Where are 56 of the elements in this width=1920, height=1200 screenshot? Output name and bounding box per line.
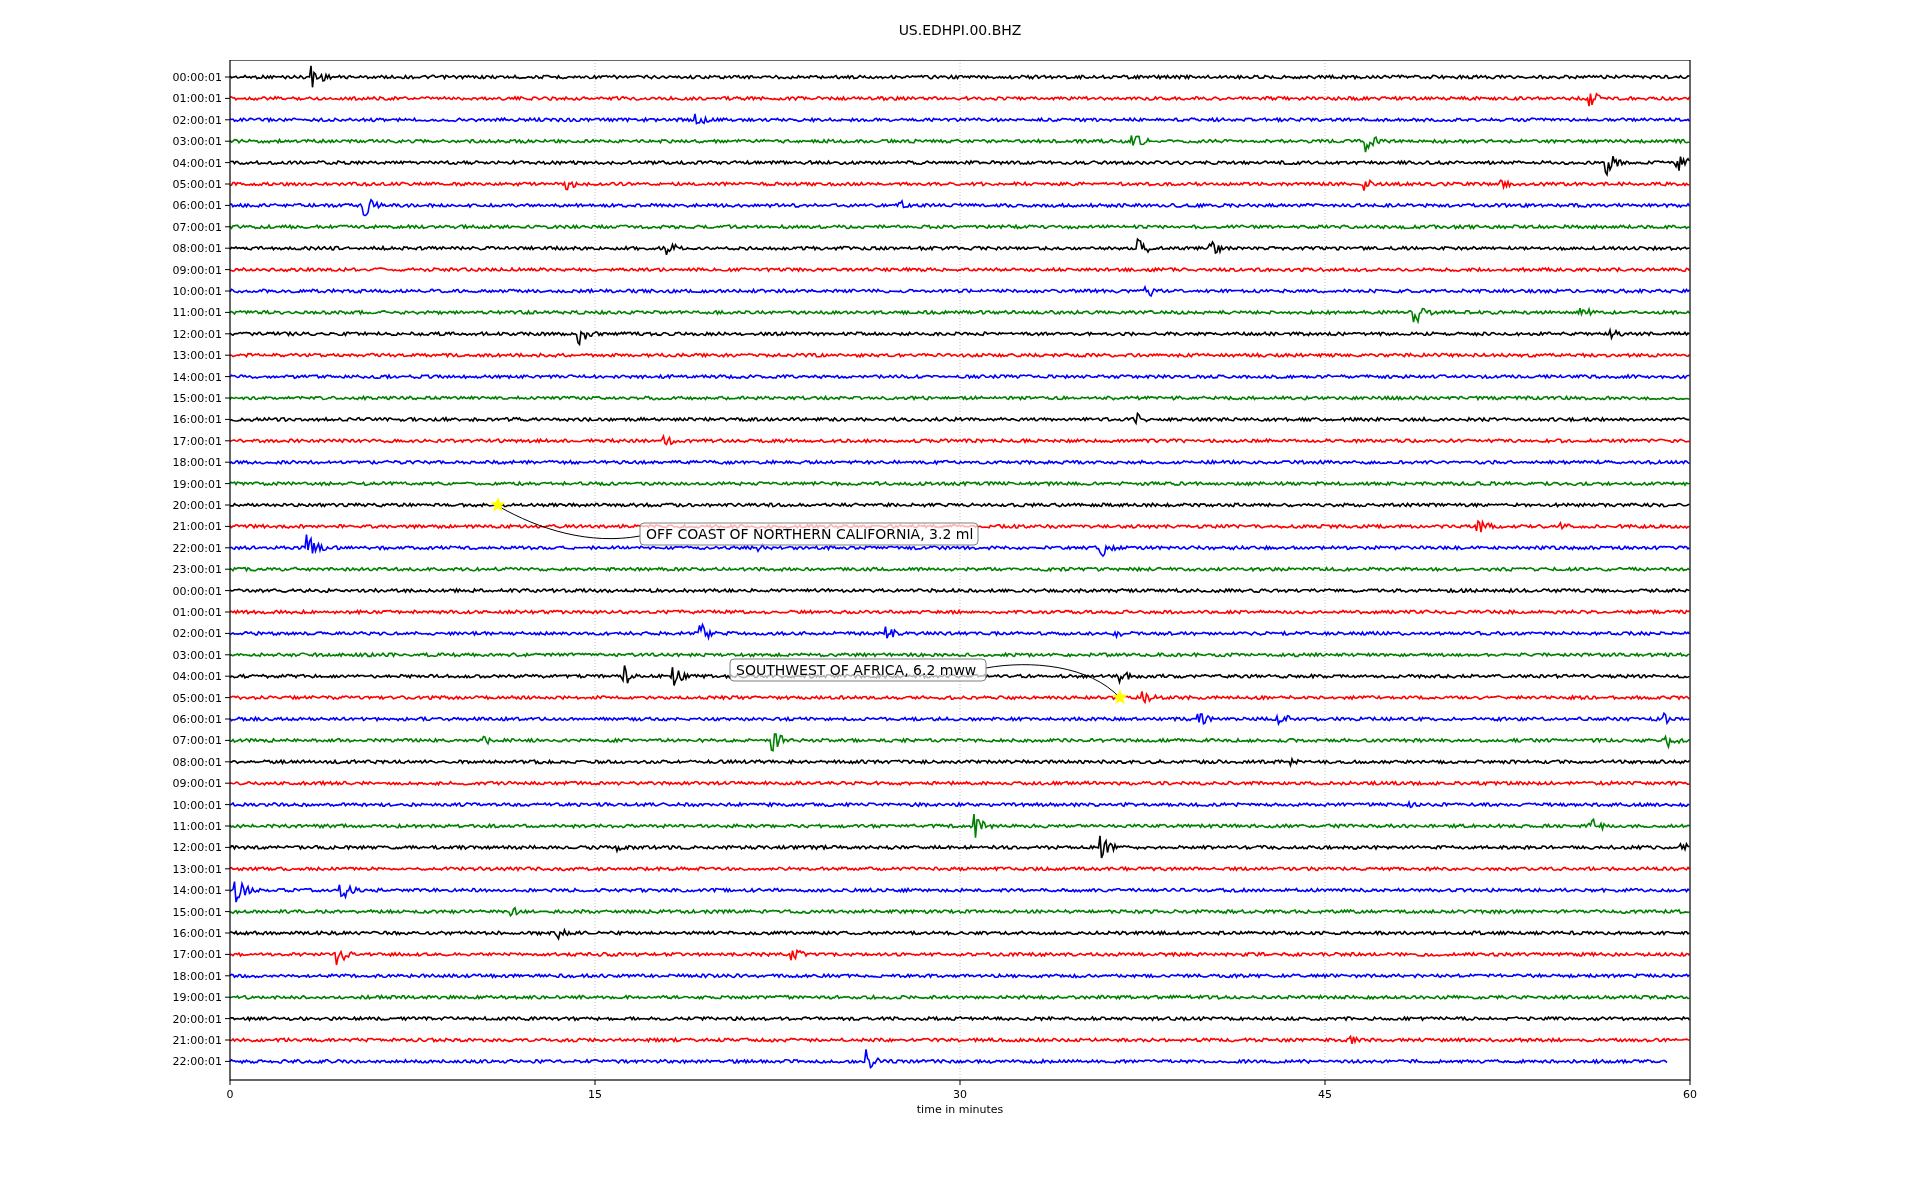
row-time-label: 00:00:01 — [172, 71, 222, 84]
row-time-label: 13:00:01 — [172, 862, 222, 876]
row-time-label: 03:00:01 — [172, 135, 222, 149]
row-time-label: 22:00:01 — [172, 1055, 222, 1069]
row-time-label: 17:00:01 — [172, 948, 222, 962]
row-time-label: 16:00:01 — [172, 413, 222, 427]
row-time-label: 20:00:01 — [172, 499, 222, 512]
row-time-label: 21:00:01 — [172, 1034, 222, 1047]
row-time-label: 05:00:01 — [172, 178, 222, 191]
event-annotation: OFF COAST OF NORTHERN CALIFORNIA, 3.2 ml — [639, 522, 979, 546]
row-time-label: 10:00:01 — [172, 285, 222, 298]
row-time-label: 19:00:01 — [172, 991, 222, 1005]
row-time-label: 07:00:01 — [172, 220, 222, 234]
row-time-label: 19:00:01 — [172, 477, 222, 491]
row-time-label: 08:00:01 — [172, 242, 222, 256]
row-time-label: 16:00:01 — [172, 927, 222, 940]
row-time-label: 08:00:01 — [172, 755, 222, 769]
row-time-label: 00:00:01 — [172, 584, 222, 598]
row-time-label: 20:00:01 — [172, 1012, 222, 1026]
row-time-label: 18:00:01 — [172, 456, 222, 470]
row-time-label: 18:00:01 — [172, 969, 222, 983]
x-tick-label: 15 — [588, 1088, 602, 1101]
row-time-label: 14:00:01 — [172, 884, 222, 898]
row-time-label: 14:00:01 — [172, 370, 222, 384]
row-time-label: 12:00:01 — [172, 327, 222, 341]
row-time-label: 06:00:01 — [172, 199, 222, 213]
row-time-label: 11:00:01 — [172, 820, 222, 833]
x-tick-label: 30 — [953, 1088, 967, 1101]
row-time-label: 23:00:01 — [172, 563, 222, 577]
plot-title: US.EDHPI.00.BHZ — [898, 20, 1022, 40]
row-time-label: 09:00:01 — [172, 263, 222, 277]
row-time-label: 12:00:01 — [172, 841, 222, 855]
row-time-label: 15:00:01 — [172, 392, 222, 405]
x-axis-label: time in minutes — [916, 1103, 1004, 1116]
event-annotation: SOUTHWEST OF AFRICA, 6.2 mww — [729, 658, 987, 682]
row-time-label: 05:00:01 — [172, 691, 222, 705]
x-tick-label: 0 — [226, 1088, 234, 1101]
row-time-label: 01:00:01 — [172, 92, 222, 106]
row-time-label: 17:00:01 — [172, 434, 222, 448]
row-time-label: 04:00:01 — [172, 670, 222, 684]
row-time-label: 10:00:01 — [172, 798, 222, 812]
row-time-label: 21:00:01 — [172, 520, 222, 534]
row-time-label: 07:00:01 — [172, 734, 222, 748]
x-tick-label: 45 — [1318, 1088, 1332, 1101]
row-time-label: 01:00:01 — [172, 606, 222, 619]
row-time-label: 13:00:01 — [172, 349, 222, 363]
row-time-label: 02:00:01 — [172, 627, 222, 641]
row-time-label: 04:00:01 — [172, 156, 222, 170]
row-time-label: 06:00:01 — [172, 713, 222, 726]
row-time-label: 11:00:01 — [172, 306, 222, 320]
row-time-label: 09:00:01 — [172, 777, 222, 791]
x-tick-label: 60 — [1683, 1088, 1697, 1101]
row-time-label: 22:00:01 — [172, 541, 222, 555]
row-time-label: 03:00:01 — [172, 648, 222, 662]
row-time-label: 15:00:01 — [172, 905, 222, 919]
row-time-label: 02:00:01 — [172, 113, 222, 127]
